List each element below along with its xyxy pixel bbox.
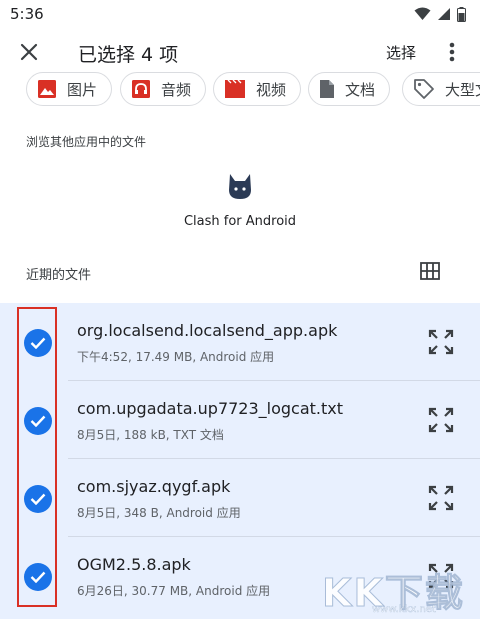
image-icon — [38, 80, 56, 98]
file-meta: 8月5日, 188 kB, TXT 文档 — [77, 428, 224, 442]
file-row[interactable]: org.localsend.localsend_app.apk 下午4:52, … — [0, 303, 480, 381]
close-icon — [20, 43, 38, 61]
chip-label: 图片 — [67, 80, 98, 99]
chip-label: 大型文 — [445, 80, 480, 99]
file-name: com.sjyaz.qygf.apk — [77, 477, 231, 496]
expand-preview-icon[interactable] — [428, 485, 454, 511]
chip-label: 音频 — [161, 80, 192, 99]
select-button[interactable]: 选择 — [386, 42, 416, 63]
chip-label: 视频 — [256, 80, 287, 99]
chip-documents[interactable]: 文档 — [308, 72, 391, 106]
battery-icon — [457, 6, 466, 22]
chip-audio[interactable]: 音频 — [120, 72, 207, 106]
app-tile-clash[interactable]: Clash for Android — [180, 170, 300, 229]
headphones-icon — [132, 80, 150, 98]
page-title: 已选择 4 项 — [78, 44, 179, 66]
file-meta: 下午4:52, 17.49 MB, Android 应用 — [77, 350, 275, 364]
top-app-bar: 已选择 4 项 选择 — [0, 28, 480, 74]
signal-icon — [438, 8, 450, 20]
tag-icon — [414, 79, 434, 99]
file-row[interactable]: com.sjyaz.qygf.apk 8月5日, 348 B, Android … — [0, 459, 480, 537]
browse-section-label: 浏览其他应用中的文件 — [26, 135, 147, 149]
file-meta: 6月26日, 30.77 MB, Android 应用 — [77, 584, 271, 598]
recent-files-label: 近期的文件 — [26, 268, 92, 283]
cat-icon — [229, 174, 251, 199]
close-button[interactable] — [16, 39, 42, 65]
more-options-button[interactable] — [444, 40, 460, 64]
file-row[interactable]: OGM2.5.8.apk 6月26日, 30.77 MB, Android 应用 — [0, 537, 480, 615]
app-name: Clash for Android — [183, 214, 297, 229]
highlight-annotation-box — [17, 307, 57, 607]
status-bar: 5:36 — [0, 0, 480, 28]
wifi-icon — [414, 7, 431, 20]
chip-label: 文档 — [345, 80, 376, 99]
file-name: OGM2.5.8.apk — [77, 555, 191, 574]
file-list: org.localsend.localsend_app.apk 下午4:52, … — [0, 303, 480, 619]
expand-preview-icon[interactable] — [428, 329, 454, 355]
chip-images[interactable]: 图片 — [26, 72, 113, 106]
file-name: com.upgadata.up7723_logcat.txt — [77, 399, 344, 418]
video-icon — [225, 79, 245, 98]
more-vert-icon — [449, 42, 455, 62]
status-time: 5:36 — [10, 5, 44, 23]
chip-videos[interactable]: 视频 — [213, 72, 302, 106]
file-row[interactable]: com.upgadata.up7723_logcat.txt 8月5日, 188… — [0, 381, 480, 459]
chip-large-files[interactable]: 大型文 — [402, 72, 480, 106]
status-icons — [414, 6, 466, 22]
grid-view-button[interactable] — [420, 262, 440, 282]
file-meta: 8月5日, 348 B, Android 应用 — [77, 506, 241, 520]
expand-preview-icon[interactable] — [428, 407, 454, 433]
document-icon — [320, 80, 334, 98]
grid-icon — [420, 262, 440, 280]
expand-preview-icon[interactable] — [428, 563, 454, 589]
file-name: org.localsend.localsend_app.apk — [77, 321, 338, 340]
filter-chips: 图片 音频 视频 文档 大型文 — [0, 72, 480, 108]
